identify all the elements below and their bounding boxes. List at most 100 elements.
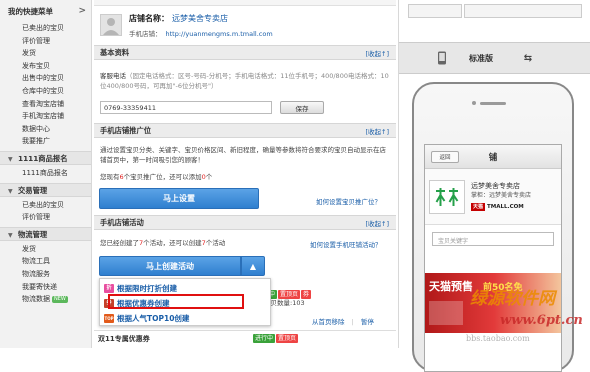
create-activity-button[interactable]: 马上创建活动 bbox=[99, 256, 241, 276]
sidebar-item-sold[interactable]: 已卖出的宝贝 bbox=[0, 22, 91, 35]
section-title: 手机店铺活动 bbox=[100, 217, 144, 227]
phone-row: 保存 bbox=[100, 101, 324, 114]
new-badge: NEW bbox=[52, 295, 68, 303]
top-page-badge: 置顶页 bbox=[278, 290, 301, 299]
sidebar-item-mobile-shop[interactable]: 手机淘宝店铺 bbox=[0, 110, 91, 123]
sidebar-item-onsale[interactable]: 出售中的宝贝 bbox=[0, 72, 91, 85]
collapse-icon[interactable]: > bbox=[78, 6, 86, 16]
menu-item-label: 根据人气TOP10创建 bbox=[117, 313, 190, 323]
tmall-text: TMALL.COM bbox=[487, 204, 524, 210]
sidebar-item-label: 物流数据 bbox=[22, 295, 50, 304]
activity-section: 手机店铺活动 [收起↑] bbox=[94, 215, 396, 230]
basic-section-header: 基本资料 [收起↑] bbox=[94, 45, 396, 60]
promo-count-post: 个 bbox=[205, 173, 213, 181]
sidebar-item-promote[interactable]: 我要推广 bbox=[0, 135, 91, 148]
sidebar-item-view-shop[interactable]: 查看淘宝店铺 bbox=[0, 98, 91, 111]
collapse-toggle[interactable]: [收起↑] bbox=[365, 126, 389, 136]
sidebar-section-1111[interactable]: ▼ 1111商品报名 bbox=[0, 150, 91, 165]
preview-phone-icon[interactable] bbox=[427, 51, 457, 65]
section-title: 交易管理 bbox=[18, 185, 48, 195]
sidebar-header: 我的快捷菜单 > bbox=[0, 0, 91, 22]
sidebar-item-express[interactable]: 我要寄快递 bbox=[0, 281, 91, 294]
preview-shop-name: 远梦美舍专卖店 bbox=[471, 182, 520, 190]
sidebar-item-publish[interactable]: 发布宝贝 bbox=[0, 60, 91, 73]
preview-top-tabs bbox=[408, 2, 590, 20]
preview-tab-blank[interactable] bbox=[464, 4, 582, 18]
phone-frame: 返回 铺 远梦美舍专卖店 掌柜：远梦美舍专卖店 天猫 TMALL.COM 宝贝关… bbox=[412, 82, 574, 372]
screen-header: 返回 铺 bbox=[425, 145, 561, 169]
section-title: 基本资料 bbox=[100, 47, 130, 57]
sidebar-item-warehouse[interactable]: 仓库中的宝贝 bbox=[0, 85, 91, 98]
user-icon bbox=[103, 18, 119, 35]
activity-help-link[interactable]: 如何设置手机旺铺活动？ bbox=[310, 239, 382, 249]
collapse-toggle[interactable]: [收起↑] bbox=[365, 218, 389, 228]
triangle-down-icon: ▼ bbox=[8, 187, 13, 195]
tmall-icon: 天猫 bbox=[471, 203, 486, 211]
sidebar-item-reviews[interactable]: 评价管理 bbox=[0, 35, 91, 48]
promo-help-link[interactable]: 如何设置宝贝推广位？ bbox=[316, 196, 381, 206]
menu-item-top10[interactable]: TOP 根据人气TOP10创建 bbox=[104, 312, 189, 324]
shop-url-link[interactable]: http://yuanmengms.m.tmall.com bbox=[166, 30, 273, 38]
sidebar-item-logistics-service[interactable]: 物流服务 bbox=[0, 268, 91, 281]
preview-tab-blank[interactable] bbox=[408, 4, 462, 18]
sidebar-item-1111[interactable]: 1111商品报名 bbox=[0, 167, 91, 180]
top10-icon: TOP bbox=[104, 313, 114, 323]
switch-icon[interactable]: ⇆ bbox=[513, 53, 543, 64]
shop-name-label: 店铺名称： bbox=[129, 13, 169, 23]
avatar bbox=[100, 14, 122, 36]
highlight-box bbox=[108, 294, 244, 309]
sidebar-item-logistics-tools[interactable]: 物流工具 bbox=[0, 255, 91, 268]
phone-hint-text: 客服电话（固定电话格式：区号-号码-分机号；手机电话格式：11位手机号；400/… bbox=[94, 72, 394, 91]
triangle-down-icon: ▼ bbox=[8, 155, 13, 163]
shop-info: 店铺名称： 远梦美舍专卖店 手机店铺： http://yuanmengms.m.tm… bbox=[100, 9, 390, 41]
shop-name-row: 店铺名称： 远梦美舍专卖店 bbox=[129, 13, 273, 24]
activity-count: 您已经创建了7个活动，还可以创建7个活动 bbox=[94, 239, 314, 249]
preview-seller: 掌柜：远梦美舍专卖店 bbox=[471, 192, 532, 199]
preview-search-input[interactable]: 宝贝关键字 bbox=[432, 232, 554, 246]
setup-button[interactable]: 马上设置 bbox=[99, 188, 259, 209]
back-button[interactable]: 返回 bbox=[431, 150, 459, 163]
sidebar-section-trade[interactable]: ▼ 交易管理 bbox=[0, 182, 91, 197]
pause-link[interactable]: 暂停 bbox=[361, 318, 374, 326]
activity-count-post: 个活动 bbox=[205, 239, 226, 247]
main-panel: 店铺名称： 远梦美舍专卖店 手机店铺： http://yuanmengms.m.tm… bbox=[94, 0, 396, 348]
sidebar-item-logistics-data[interactable]: 物流数据 NEW bbox=[0, 293, 91, 306]
shop-url-label: 手机店铺： bbox=[129, 29, 162, 38]
sidebar-item-data-center[interactable]: 数据中心 bbox=[0, 123, 91, 136]
sidebar-section-logistics[interactable]: ▼ 物流管理 bbox=[0, 226, 91, 241]
brand-logo-icon bbox=[433, 185, 461, 208]
sidebar-item-logistics-ship[interactable]: 发货 bbox=[0, 243, 91, 256]
sidebar-item-trade-reviews[interactable]: 评价管理 bbox=[0, 211, 91, 224]
menu-item-flash-discount[interactable]: 折根据限时打折创建 bbox=[104, 282, 177, 294]
phone-input[interactable] bbox=[100, 101, 272, 114]
banner-product-image bbox=[429, 301, 463, 325]
row-divider bbox=[94, 330, 396, 331]
earpiece bbox=[480, 102, 506, 105]
activity-row2-tags: 进行中 置顶页 bbox=[252, 334, 299, 343]
save-button[interactable]: 保存 bbox=[280, 101, 324, 114]
section-title: 1111商品报名 bbox=[18, 153, 68, 163]
shop-name-link[interactable]: 远梦美舍专卖店 bbox=[172, 14, 228, 23]
screen-shop-card: 远梦美舍专卖店 掌柜：远梦美舍专卖店 天猫 TMALL.COM bbox=[425, 169, 561, 225]
sidebar-item-trade-sold[interactable]: 已卖出的宝贝 bbox=[0, 199, 91, 212]
sidebar-title: 我的快捷菜单 bbox=[8, 6, 53, 16]
collapse-toggle[interactable]: [收起↑] bbox=[365, 48, 389, 58]
shortcut-list: 已卖出的宝贝 评价管理 发货 发布宝贝 出售中的宝贝 仓库中的宝贝 查看淘宝店铺… bbox=[0, 22, 91, 148]
sidebar-item-ship[interactable]: 发货 bbox=[0, 47, 91, 60]
watermark-bbs: bbs.taobao.com bbox=[466, 334, 530, 343]
mobile-phone-icon bbox=[438, 51, 446, 65]
discount-icon: 折 bbox=[104, 283, 114, 293]
triangle-down-icon: ▼ bbox=[8, 231, 13, 239]
dropdown-toggle[interactable]: ▲ bbox=[241, 256, 265, 276]
tmall-badge: 天猫 TMALL.COM bbox=[471, 202, 531, 212]
phone-format-hint: （固定电话格式：区号-号码-分机号；手机电话格式：11位手机号；400/800电… bbox=[100, 72, 389, 90]
status-badge: 进行中 bbox=[253, 334, 276, 343]
remove-from-home-link[interactable]: 从首页移除 bbox=[312, 318, 345, 326]
promo-count: 您现有6个宝贝推广位，还可以添加0个 bbox=[94, 173, 394, 183]
banner-title: 天猫预售 bbox=[429, 280, 473, 293]
top-page-badge: 置顶页 bbox=[276, 334, 299, 343]
shop-logo bbox=[429, 179, 465, 214]
promo-section: 手机店铺推广位 [收起↑] bbox=[94, 123, 396, 138]
watermark-title: 绿源软件网 bbox=[470, 289, 555, 309]
menu-item-label: 根据限时打折创建 bbox=[117, 283, 177, 293]
